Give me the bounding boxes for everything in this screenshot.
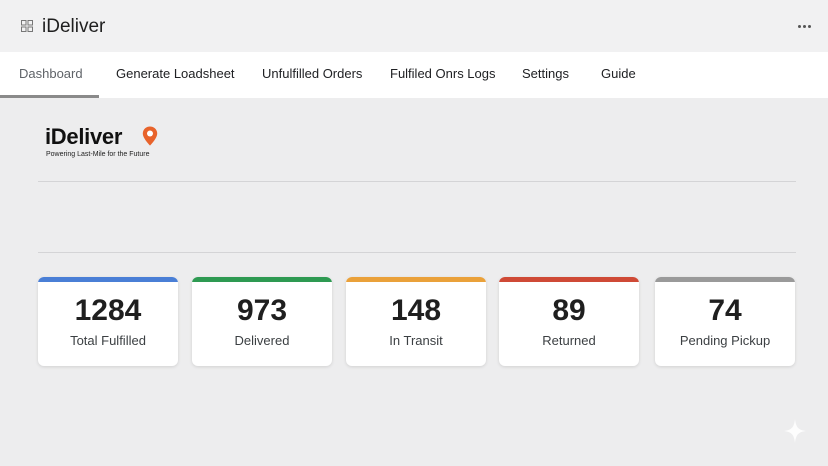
- tab-bar: Dashboard Generate Loadsheet Unfulfilled…: [0, 52, 828, 98]
- stat-label: Returned: [542, 333, 596, 348]
- stat-card-accent: [499, 277, 639, 282]
- tab-guide[interactable]: Guide: [601, 52, 636, 98]
- stat-card-accent: [192, 277, 332, 282]
- title-bar: iDeliver: [0, 0, 828, 52]
- stat-label: Delivered: [234, 333, 290, 348]
- tab-dashboard[interactable]: Dashboard: [19, 52, 83, 98]
- stat-card-accent: [346, 277, 486, 282]
- stat-value: 89: [552, 294, 586, 327]
- stat-card-total-fulfilled: 1284 Total Fulfilled: [38, 277, 178, 366]
- stat-label: In Transit: [389, 333, 443, 348]
- divider: [38, 181, 796, 182]
- app-title: iDeliver: [42, 16, 106, 37]
- stat-value: 973: [236, 294, 288, 327]
- stat-label: Total Fulfilled: [70, 333, 146, 348]
- grid-icon: [21, 20, 33, 32]
- brand-name: iDeliver: [45, 124, 123, 149]
- map-pin-icon: [142, 126, 158, 146]
- stat-card-delivered: 973 Delivered: [192, 277, 332, 366]
- tab-generate-loadsheet[interactable]: Generate Loadsheet: [116, 52, 235, 98]
- stat-value: 1284: [74, 294, 142, 327]
- tab-settings[interactable]: Settings: [522, 52, 569, 98]
- divider: [38, 252, 796, 253]
- more-horizontal-icon: [797, 24, 801, 28]
- brand-tagline: Powering Last-Mile for the Future: [46, 151, 150, 158]
- tab-unfulfilled-orders[interactable]: Unfulfilled Orders: [262, 52, 362, 98]
- stat-card-accent: [38, 277, 178, 282]
- more-menu-button[interactable]: [794, 16, 814, 36]
- stat-value: 148: [390, 294, 442, 327]
- stat-card-in-transit: 148 In Transit: [346, 277, 486, 366]
- stat-label: Pending Pickup: [679, 333, 771, 348]
- brand-logo: iDeliver Powering Last-Mile for the Futu…: [45, 124, 158, 158]
- stat-value: 74: [708, 294, 742, 327]
- stat-card-pending-pickup: 74 Pending Pickup: [655, 277, 795, 366]
- active-tab-indicator: [0, 95, 99, 98]
- tab-fulfilled-orders-logs[interactable]: Fulfiled Onrs Logs: [390, 52, 496, 98]
- sparkle-icon: [784, 419, 806, 443]
- stat-card-accent: [655, 277, 795, 282]
- stat-card-returned: 89 Returned: [499, 277, 639, 366]
